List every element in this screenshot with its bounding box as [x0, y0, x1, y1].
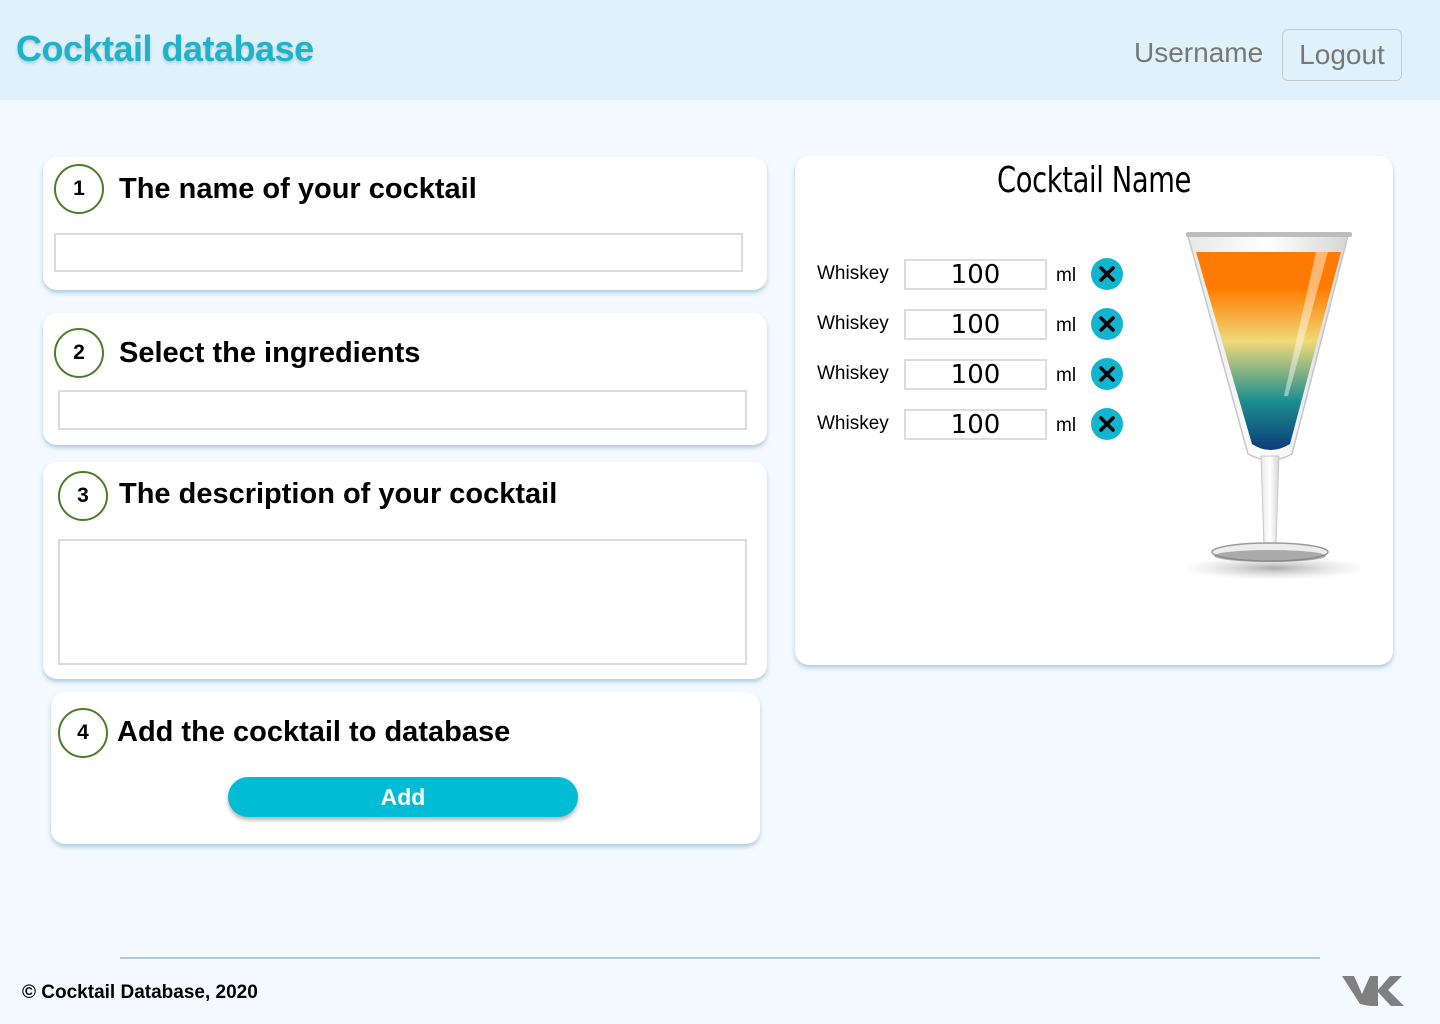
remove-ingredient-button[interactable]	[1091, 408, 1123, 440]
ingredient-amount-input[interactable]	[904, 259, 1047, 290]
close-icon	[1099, 316, 1115, 332]
vk-icon	[1342, 976, 1404, 1006]
ingredients-select-input[interactable]	[58, 390, 747, 430]
ingredient-name: Whiskey	[817, 363, 889, 384]
footer-divider	[120, 957, 1320, 959]
step-card-ingredients: 2 Select the ingredients	[43, 313, 767, 445]
vk-social-link[interactable]	[1340, 970, 1406, 1010]
step-card-description: 3 The description of your cocktail	[43, 462, 767, 679]
ingredient-unit: ml	[1056, 315, 1077, 336]
ingredient-amount-input[interactable]	[904, 309, 1047, 340]
ingredient-unit: ml	[1056, 265, 1077, 286]
description-textarea[interactable]	[58, 539, 747, 665]
close-icon	[1099, 416, 1115, 432]
ingredient-name: Whiskey	[817, 313, 889, 334]
ingredient-name: Whiskey	[817, 263, 889, 284]
close-icon	[1099, 366, 1115, 382]
ingredient-amount-input[interactable]	[904, 409, 1047, 440]
step-number: 1	[54, 164, 104, 214]
step-number: 3	[58, 471, 108, 521]
ingredient-amount-input[interactable]	[904, 359, 1047, 390]
cocktail-preview-card: Cocktail Name Whiskey ml Whiskey ml Whis…	[795, 156, 1393, 665]
step-number: 2	[54, 328, 104, 378]
ingredient-row: Whiskey ml	[817, 308, 1147, 340]
step-title: The name of your cocktail	[119, 173, 477, 205]
step-card-add: 4 Add the cocktail to database Add	[51, 692, 760, 844]
step-title: Select the ingredients	[119, 337, 421, 369]
remove-ingredient-button[interactable]	[1091, 358, 1123, 390]
logout-button[interactable]: Logout	[1282, 29, 1402, 81]
step-title: The description of your cocktail	[119, 478, 558, 510]
app-logo[interactable]: Cocktail database	[16, 28, 314, 70]
step-card-name: 1 The name of your cocktail	[43, 157, 767, 290]
step-number: 4	[58, 708, 108, 758]
ingredient-row: Whiskey ml	[817, 358, 1147, 390]
add-cocktail-button[interactable]: Add	[228, 777, 578, 817]
remove-ingredient-button[interactable]	[1091, 308, 1123, 340]
cocktail-glass-icon	[1182, 232, 1366, 580]
ingredient-unit: ml	[1056, 415, 1077, 436]
ingredient-row: Whiskey ml	[817, 258, 1147, 290]
cocktail-name-title: Cocktail Name	[997, 160, 1191, 201]
ingredient-unit: ml	[1056, 365, 1077, 386]
ingredient-name: Whiskey	[817, 413, 889, 434]
cocktail-name-input[interactable]	[54, 233, 743, 272]
close-icon	[1099, 266, 1115, 282]
ingredient-row: Whiskey ml	[817, 408, 1147, 440]
remove-ingredient-button[interactable]	[1091, 258, 1123, 290]
username-label: Username	[1134, 37, 1264, 68]
header-bar: Cocktail database Username Logout	[0, 0, 1440, 100]
step-title: Add the cocktail to database	[117, 716, 511, 748]
copyright-text: © Cocktail Database, 2020	[22, 982, 258, 1003]
